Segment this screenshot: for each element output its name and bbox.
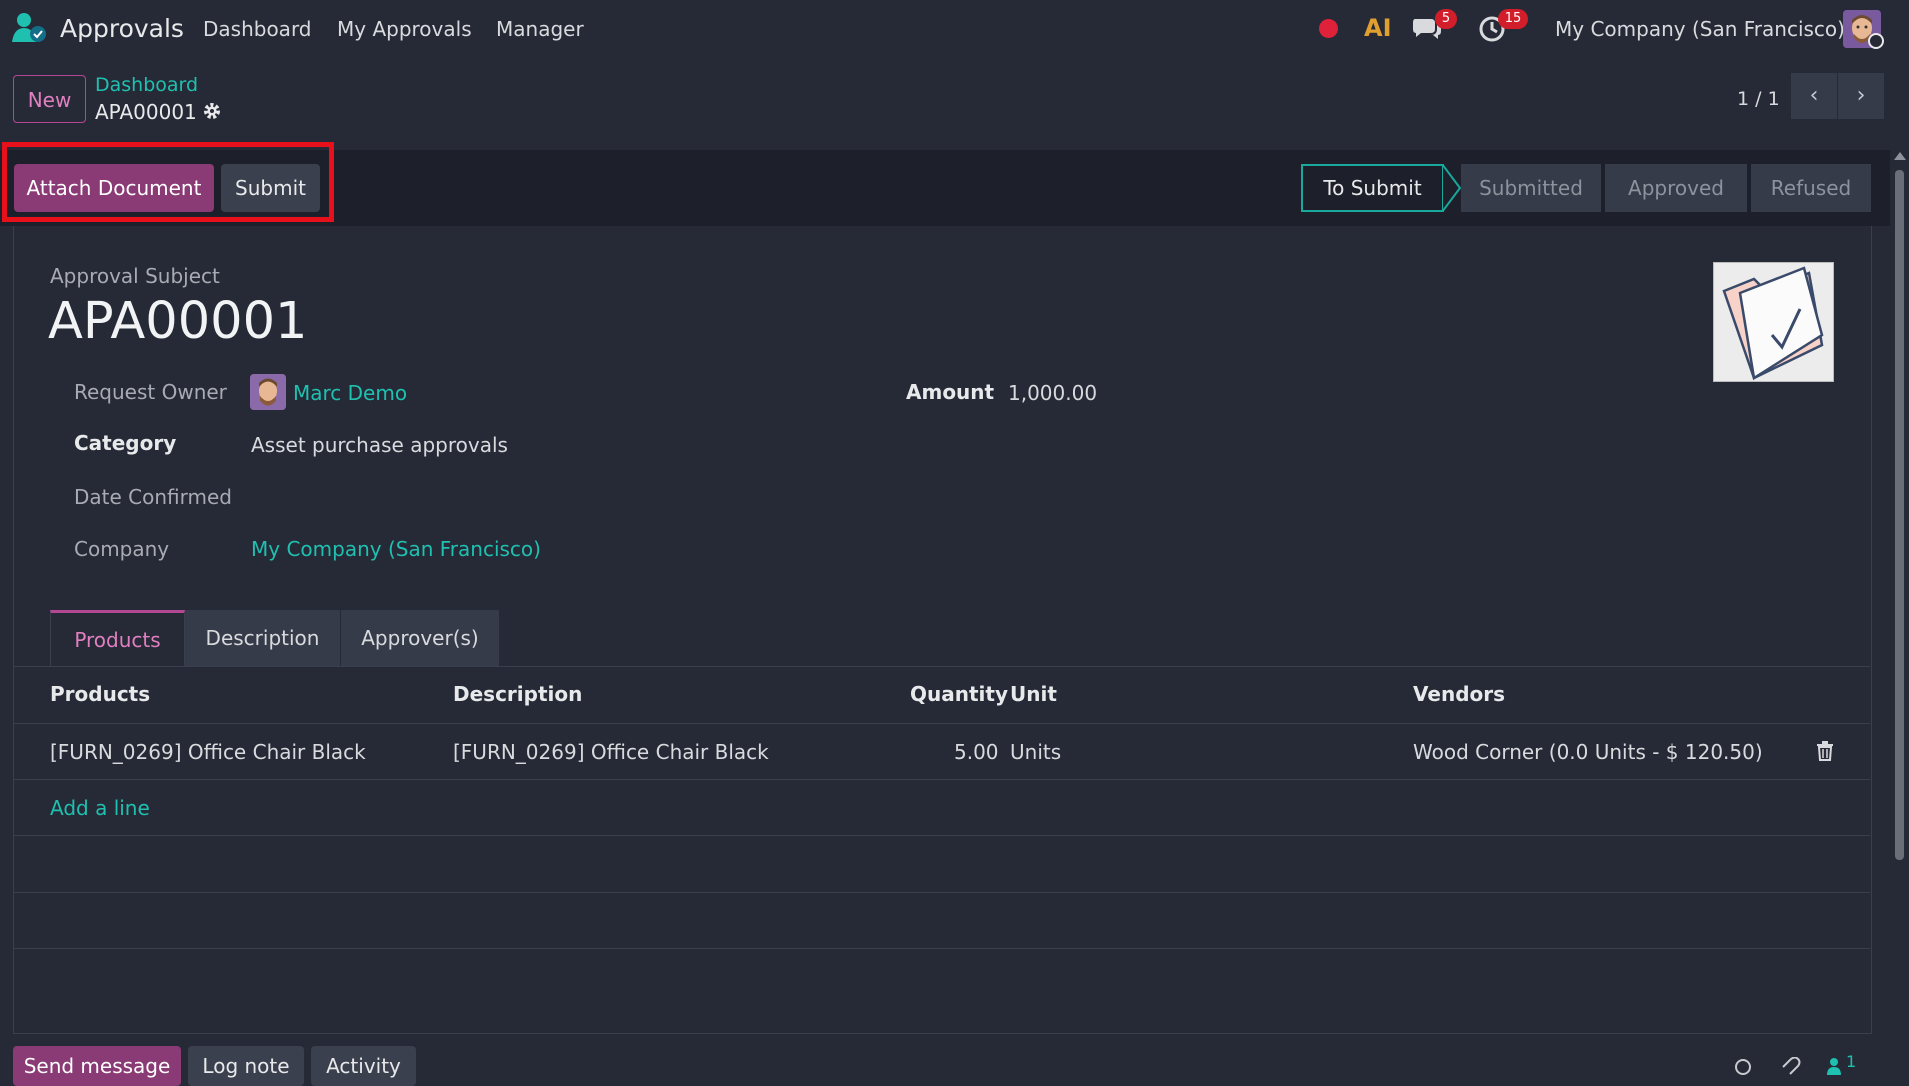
company-link[interactable]: My Company (San Francisco) (251, 537, 541, 561)
column-header-description[interactable]: Description (453, 682, 582, 706)
column-header-unit[interactable]: Unit (1010, 682, 1057, 706)
page-scrollbar[interactable] (1890, 150, 1909, 1075)
row-quantity[interactable]: 5.00 (954, 740, 999, 764)
owner-face-icon (250, 374, 286, 410)
activities-count-badge: 15 (1498, 9, 1528, 29)
row-divider (14, 892, 1870, 893)
column-header-vendors[interactable]: Vendors (1413, 682, 1505, 706)
chevron-left-icon: ‹ (1809, 83, 1819, 108)
request-owner-link[interactable]: Marc Demo (293, 381, 407, 405)
record-image[interactable] (1713, 262, 1834, 382)
ai-assistant-icon[interactable]: AI (1364, 14, 1392, 42)
recording-indicator-icon[interactable] (1319, 19, 1338, 38)
row-vendors[interactable]: Wood Corner (0.0 Units - $ 120.50) (1413, 740, 1763, 764)
breadcrumb-dashboard[interactable]: Dashboard (95, 74, 198, 96)
owner-avatar (250, 374, 286, 410)
trash-icon[interactable] (1816, 741, 1834, 761)
menu-my-approvals[interactable]: My Approvals (337, 17, 472, 41)
tab-approvers[interactable]: Approver(s) (341, 610, 499, 667)
send-message-button[interactable]: Send message (13, 1046, 181, 1086)
category-value[interactable]: Asset purchase approvals (251, 433, 508, 457)
column-header-quantity[interactable]: Quantity (910, 682, 1008, 706)
row-divider (14, 779, 1870, 780)
approval-subject-title[interactable]: APA00001 (48, 292, 308, 351)
followers-count[interactable]: 1 (1846, 1052, 1856, 1071)
pager-value[interactable]: 1 / 1 (1737, 88, 1780, 110)
highlight-box (2, 142, 334, 222)
stage-submitted[interactable]: Submitted (1461, 164, 1601, 212)
pager-next-button[interactable]: › (1838, 73, 1884, 119)
control-panel: New Dashboard APA00001 1 / 1 ‹ › (0, 56, 1909, 151)
stage-arrow-icon (1442, 164, 1462, 212)
messages-count-badge: 5 (1435, 9, 1457, 29)
breadcrumb-current-record: APA00001 (95, 100, 197, 124)
gear-icon[interactable] (202, 101, 222, 121)
amount-value[interactable]: 1,000.00 (1008, 381, 1097, 405)
paperclip-icon[interactable] (1779, 1057, 1801, 1075)
app-name[interactable]: Approvals (60, 14, 184, 43)
user-status-icon (1868, 33, 1884, 49)
activity-button[interactable]: Activity (311, 1046, 416, 1086)
tab-divider (14, 666, 1870, 667)
stage-refused[interactable]: Refused (1751, 164, 1871, 212)
row-divider (14, 835, 1870, 836)
menu-dashboard[interactable]: Dashboard (203, 17, 312, 41)
row-divider (14, 948, 1870, 949)
request-owner-label: Request Owner (74, 380, 227, 404)
date-confirmed-label: Date Confirmed (74, 485, 232, 509)
amount-label: Amount (906, 380, 995, 404)
followers-icon[interactable] (1826, 1057, 1842, 1075)
approvals-app-icon[interactable] (12, 12, 48, 44)
menu-manager[interactable]: Manager (496, 17, 584, 41)
pager-previous-button[interactable]: ‹ (1791, 73, 1837, 119)
company-switcher[interactable]: My Company (San Francisco) (1555, 17, 1845, 41)
folder-check-icon (1722, 266, 1824, 381)
stage-approved[interactable]: Approved (1605, 164, 1747, 212)
scroll-up-icon[interactable] (1894, 152, 1906, 160)
add-a-line-link[interactable]: Add a line (50, 796, 150, 820)
row-description[interactable]: [FURN_0269] Office Chair Black (453, 740, 769, 764)
scroll-thumb[interactable] (1895, 170, 1904, 860)
header-divider (14, 723, 1870, 724)
row-unit[interactable]: Units (1010, 740, 1061, 764)
stage-to-submit[interactable]: To Submit (1301, 164, 1444, 212)
search-icon[interactable] (1734, 1058, 1754, 1075)
chevron-right-icon: › (1856, 83, 1866, 108)
top-navbar: Approvals Dashboard My Approvals Manager… (0, 0, 1909, 56)
category-label: Category (74, 431, 177, 455)
company-label: Company (74, 537, 170, 561)
approval-subject-label: Approval Subject (50, 264, 220, 288)
tab-products[interactable]: Products (50, 610, 185, 667)
log-note-button[interactable]: Log note (188, 1046, 304, 1086)
tab-description[interactable]: Description (185, 610, 340, 667)
row-product[interactable]: [FURN_0269] Office Chair Black (50, 740, 366, 764)
column-header-products[interactable]: Products (50, 682, 150, 706)
new-button[interactable]: New (13, 75, 86, 123)
